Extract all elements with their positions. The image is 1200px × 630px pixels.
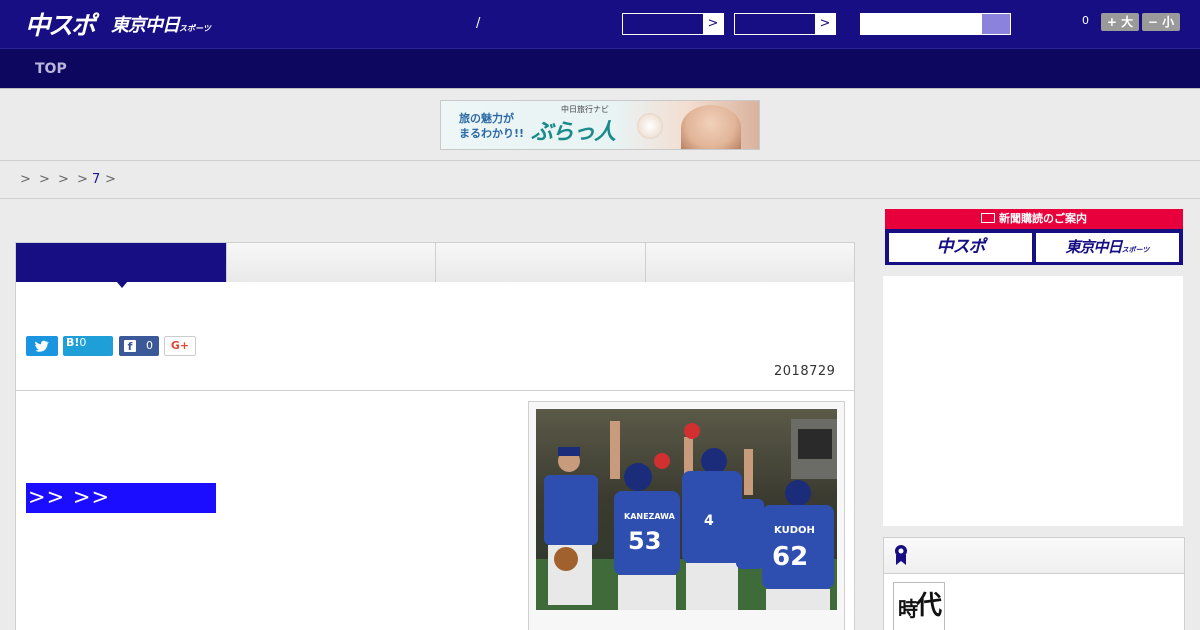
tab-2[interactable] [227,243,436,282]
thumb-char-1: 時 [898,597,918,621]
thumb-char-2: 代 [916,591,943,621]
font-smaller-button[interactable]: − 小 [1142,13,1180,31]
article-photo-frame: KANEZAWA 53 4 KUDOH 62 [528,401,845,630]
breadcrumb-separator: > [58,172,69,187]
article-divider [16,390,854,391]
ranking-thumbnail[interactable]: 時 代 [893,582,945,630]
nav-item-top[interactable]: TOP [35,61,67,77]
players-photo-image: KANEZAWA 53 4 KUDOH 62 [536,409,837,610]
article-date: 2018729 [774,364,836,379]
search-button[interactable] [982,14,1010,34]
shell-image [637,113,663,139]
travel-banner-ad[interactable]: 旅の魅力が まるわかり!! 中日旅行ナビ ぶらっ人 [440,100,760,150]
subscribe-tokyo-button[interactable]: 東京中日スポーツ [1036,233,1179,262]
sidebar-ad-slot[interactable] [883,276,1183,526]
tab-3[interactable] [436,243,646,282]
header-count: 0 [1082,14,1089,27]
google-plus-button[interactable]: G+ [164,336,196,356]
baseball-players-photo[interactable]: KANEZAWA 53 4 KUDOH 62 [536,409,837,610]
font-larger-button[interactable]: + 大 [1101,13,1139,31]
hatena-bookmark-button[interactable]: B!0 [63,336,113,356]
tokyo-logo-sub: スポーツ [179,24,211,33]
chevron-right-icon: > [703,14,723,34]
subscribe-tokyo-sub: スポーツ [1121,246,1150,254]
tab-1[interactable] [16,243,227,282]
breadcrumb-separator: > [105,172,116,187]
subscribe-chuspo-button[interactable]: 中スポ [889,233,1032,262]
header-separator: / [476,16,481,31]
tokyo-chunichi-logo[interactable]: 東京中日スポーツ [111,11,211,37]
read-more-link[interactable]: >> >> [26,483,216,513]
banner-logo: ぶらっ人 [531,120,616,145]
subscription-title: 新聞購読のご案内 [885,209,1183,229]
chevron-right-icon: > [815,14,835,34]
breadcrumb-separator: > [77,172,88,187]
svg-text:KUDOH: KUDOH [774,525,815,536]
chuspo-logo[interactable]: 中スポ [25,6,96,42]
banner-row: 旅の魅力が まるわかり!! 中日旅行ナビ ぶらっ人 [0,90,1200,161]
category-select-1[interactable]: > [622,13,724,35]
hatena-label: B! [66,336,80,349]
hatena-count: 0 [79,336,87,349]
site-header: 中スポ 東京中日スポーツ / > > 0 + 大 − 小 [0,0,1200,49]
ribbon-icon [895,545,907,565]
svg-text:62: 62 [772,542,808,572]
svg-text:4: 4 [704,513,714,529]
global-nav: TOP [0,49,1200,89]
ranking-box: 時 代 [883,537,1185,630]
tab-4[interactable] [646,243,854,282]
breadcrumb-link[interactable]: 7 [92,172,100,187]
subscribe-tokyo-text: 東京中日 [1065,238,1123,256]
svg-text:KANEZAWA: KANEZAWA [624,512,676,521]
twitter-icon [35,340,49,352]
facebook-count: 0 [146,339,153,352]
facebook-share-button[interactable]: f 0 [119,336,159,356]
breadcrumb: > > > > 7 > [0,161,1200,199]
search-input[interactable] [860,13,1011,35]
ranking-header [884,538,1184,574]
facebook-icon: f [124,340,136,353]
category-select-2[interactable]: > [734,13,836,35]
subscription-box: 新聞購読のご案内 中スポ 東京中日スポーツ [885,209,1183,265]
article-tabs [16,243,854,288]
woman-photo [681,105,741,149]
banner-line-2: まるわかり!! [459,127,525,140]
breadcrumb-separator: > [20,172,31,187]
banner-headline: 旅の魅力が まるわかり!! [459,111,524,141]
tokyo-logo-text: 東京中日 [111,15,180,36]
newspaper-icon [981,213,995,223]
active-tab-pointer [116,281,128,288]
article-panel: B!0 f 0 G+ 2018729 >> >> KANEZAWA 53 4 K… [15,242,855,630]
subscription-title-text: 新聞購読のご案内 [999,212,1087,225]
twitter-share-button[interactable] [26,336,58,356]
svg-text:53: 53 [628,527,661,555]
banner-line-1: 旅の魅力が [459,112,514,125]
breadcrumb-separator: > [39,172,50,187]
